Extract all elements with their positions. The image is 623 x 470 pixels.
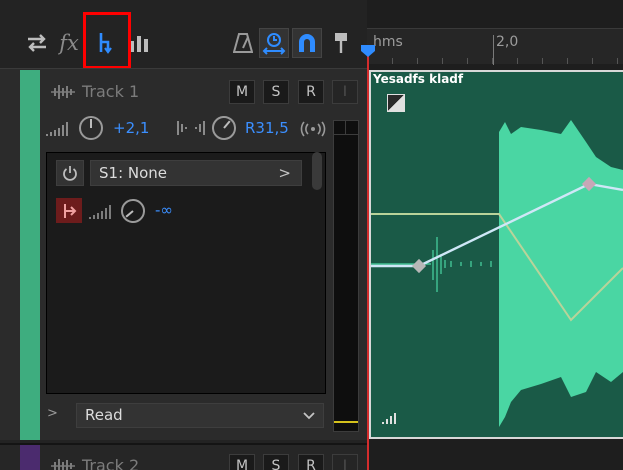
- highlight-box: [83, 12, 131, 69]
- send-label: S1: None: [99, 164, 168, 182]
- metronome-icon[interactable]: [228, 28, 258, 58]
- record-arm-button[interactable]: R: [298, 80, 324, 104]
- audio-clip[interactable]: [369, 70, 623, 439]
- meter-peak-left: [334, 121, 346, 135]
- meter-peak-right: [346, 121, 358, 135]
- clip-waveform: [371, 120, 623, 427]
- input-monitor-button[interactable]: I: [332, 80, 358, 104]
- track-2-name[interactable]: Track 2: [82, 456, 139, 470]
- send-arrow-icon: [64, 203, 77, 218]
- solo-button[interactable]: S: [263, 454, 289, 470]
- swap-arrows-icon[interactable]: [22, 28, 52, 58]
- pan-value[interactable]: R31,5: [245, 119, 289, 137]
- stereo-width-icon[interactable]: [299, 120, 327, 142]
- sends-scrollbar[interactable]: [312, 152, 322, 190]
- send-power-button[interactable]: [56, 160, 84, 186]
- volume-knob[interactable]: [79, 116, 103, 140]
- track-2-color-strip: [20, 445, 40, 470]
- clip-gain-icon[interactable]: [387, 94, 405, 112]
- mute-button[interactable]: M: [229, 80, 255, 104]
- snap-magnet-icon[interactable]: [292, 28, 322, 58]
- automation-mode-select[interactable]: Read: [76, 403, 324, 428]
- clip-title[interactable]: Yesadfs kladf: [373, 72, 463, 86]
- mute-button[interactable]: M: [229, 454, 255, 470]
- track-toolbar: fx: [0, 0, 367, 69]
- playhead-line[interactable]: [367, 46, 369, 470]
- expand-chevron-icon[interactable]: >: [47, 406, 58, 421]
- chevron-right-icon: >: [278, 164, 291, 182]
- track-1-name[interactable]: Track 1: [82, 82, 139, 101]
- input-monitor-button[interactable]: I: [332, 454, 358, 470]
- ruler-tick-label: 2,0: [496, 34, 519, 50]
- meter-level-bar: [334, 421, 358, 423]
- send-volume-level-icon: [88, 201, 114, 225]
- waveform-track-icon: [50, 457, 76, 470]
- level-meter: [333, 120, 359, 432]
- pre-post-fader-button[interactable]: [56, 198, 82, 223]
- sends-rack: [46, 152, 326, 394]
- send-volume-value[interactable]: -∞: [155, 201, 173, 219]
- waveform-track-icon: [50, 83, 76, 105]
- fx-button[interactable]: fx: [54, 28, 84, 58]
- automation-mode-value: Read: [85, 406, 123, 424]
- volume-level-icon: [45, 118, 71, 142]
- playhead-handle-icon[interactable]: [360, 44, 376, 58]
- volume-value[interactable]: +2,1: [113, 119, 149, 137]
- pan-icon: [176, 118, 206, 142]
- pin-marker-icon[interactable]: [326, 28, 356, 58]
- send-selector[interactable]: S1: None >: [90, 160, 302, 186]
- power-icon: [63, 166, 77, 181]
- solo-button[interactable]: S: [263, 80, 289, 104]
- track-1-color-strip: [20, 70, 40, 440]
- auto-scroll-icon[interactable]: [259, 28, 289, 58]
- ruler-unit: hms: [373, 34, 403, 50]
- record-arm-button[interactable]: R: [298, 454, 324, 470]
- time-ruler[interactable]: hms 2,0: [367, 28, 623, 65]
- chevron-down-icon: [303, 412, 315, 420]
